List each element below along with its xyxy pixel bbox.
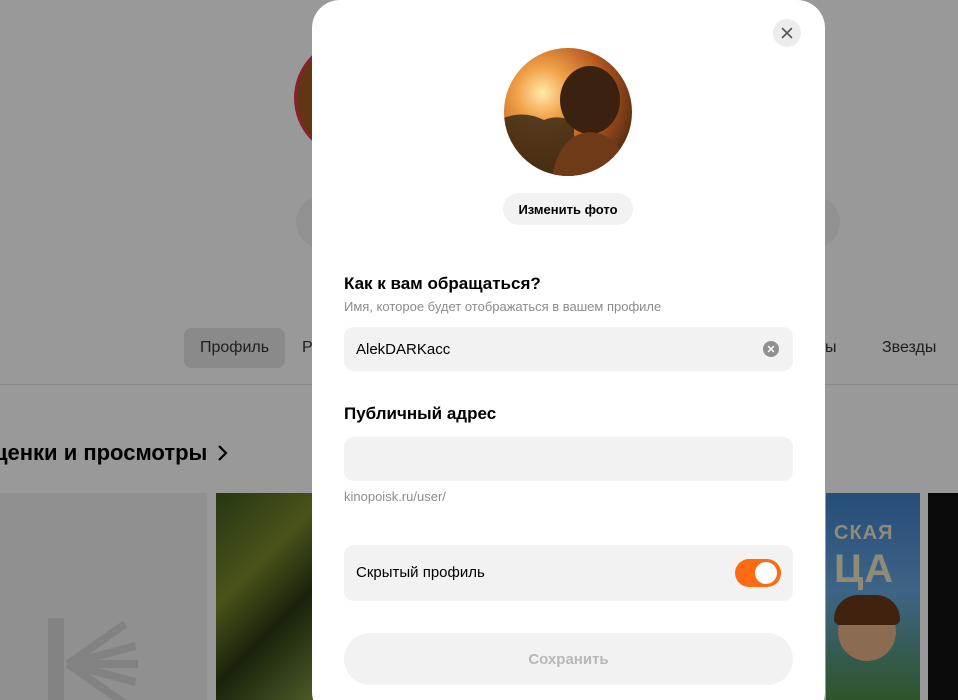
close-button[interactable] [773, 19, 801, 47]
avatar [504, 48, 632, 176]
hidden-profile-row: Скрытый профиль [344, 545, 793, 601]
hidden-profile-toggle[interactable] [735, 559, 781, 587]
clear-input-button[interactable] [763, 341, 779, 357]
address-input[interactable] [344, 437, 744, 481]
close-icon [781, 27, 793, 39]
edit-profile-modal: Изменить фото Как к вам обращаться? Имя,… [312, 0, 825, 700]
name-field-subtitle: Имя, которое будет отображаться в вашем … [344, 299, 662, 314]
save-button[interactable]: Сохранить [344, 633, 793, 685]
name-field-title: Как к вам обращаться? [344, 274, 541, 293]
address-field-title: Публичный адрес [344, 404, 497, 423]
clear-icon [767, 345, 775, 353]
name-input-container [344, 327, 793, 371]
name-input[interactable] [344, 327, 744, 371]
change-photo-button[interactable]: Изменить фото [503, 193, 633, 225]
toggle-knob [755, 562, 777, 584]
hidden-profile-label: Скрытый профиль [356, 564, 485, 581]
address-input-container [344, 437, 793, 481]
address-hint: kinopoisk.ru/user/ [344, 489, 446, 504]
